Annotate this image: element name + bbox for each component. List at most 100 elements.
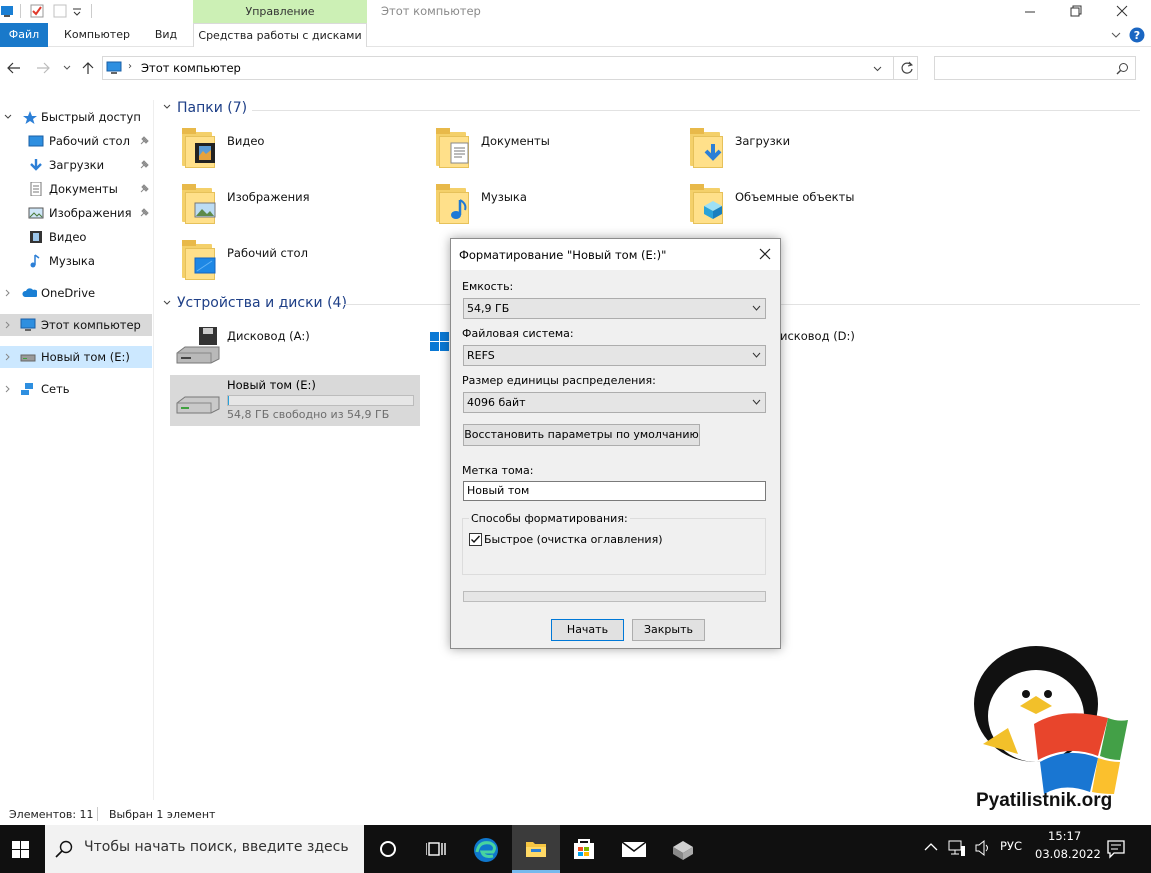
maximize-icon[interactable] [1070, 5, 1082, 17]
folder-3d-objects-icon[interactable] [690, 184, 726, 224]
folder-downloads-icon[interactable] [690, 128, 726, 168]
address-dropdown-icon[interactable] [873, 66, 882, 72]
pictures-icon [28, 207, 44, 219]
drive-e-tile[interactable]: Новый том (E:) 54,8 ГБ свободно из 54,9 … [170, 375, 420, 426]
start-button[interactable]: Начать [551, 619, 624, 641]
allocation-select[interactable]: 4096 байт [463, 392, 766, 413]
refresh-icon[interactable] [900, 61, 914, 75]
network-icon [21, 383, 33, 395]
context-tab-group: Управление [193, 0, 367, 23]
expand-chevron-icon[interactable] [5, 321, 11, 329]
nav-item-documents[interactable]: Документы [0, 178, 152, 200]
folder-desktop-icon[interactable] [182, 240, 218, 280]
nav-quick-access[interactable]: Быстрый доступ [0, 106, 152, 128]
server-manager-icon[interactable] [670, 837, 696, 861]
ribbon-expand-icon[interactable] [1111, 31, 1121, 39]
quick-format-label[interactable]: Быстрое (очистка оглавления) [484, 533, 662, 546]
divider [893, 57, 894, 79]
format-options-group [462, 518, 766, 575]
store-icon[interactable] [572, 837, 596, 861]
nav-network[interactable]: Сеть [0, 378, 152, 400]
expand-chevron-icon[interactable] [5, 353, 11, 361]
tray-expand-icon[interactable] [924, 842, 938, 852]
restore-defaults-button[interactable]: Восстановить параметры по умолчанию [463, 424, 700, 446]
nav-item-downloads[interactable]: Загрузки [0, 154, 152, 176]
clock-time[interactable]: 15:17 [1048, 829, 1081, 843]
nav-item-desktop[interactable]: Рабочий стол [0, 130, 152, 152]
folder-label[interactable]: Объемные объекты [735, 190, 854, 204]
nav-onedrive[interactable]: OneDrive [0, 282, 152, 304]
status-bar: Элементов: 11 Выбран 1 элемент [0, 803, 900, 825]
filesystem-select[interactable]: REFS [463, 345, 766, 366]
windows-start-icon[interactable] [12, 841, 29, 858]
collapse-chevron-icon[interactable] [163, 300, 171, 306]
capacity-select[interactable]: 54,9 ГБ [463, 298, 766, 319]
volume-label-input[interactable]: Новый том [463, 481, 766, 501]
nav-item-videos[interactable]: Видео [0, 226, 152, 248]
notifications-icon[interactable] [1106, 839, 1126, 859]
folder-label[interactable]: Видео [227, 134, 264, 148]
clock-date[interactable]: 03.08.2022 [1035, 847, 1101, 861]
document-icon [30, 182, 42, 196]
folder-video-icon[interactable] [182, 128, 218, 168]
folder-label[interactable]: Изображения [227, 190, 310, 204]
title-bar: Управление Этот компьютер [0, 0, 1151, 23]
close-button[interactable]: Закрыть [632, 619, 705, 641]
windows-drive-icon[interactable] [430, 332, 450, 362]
tab-disk-tools[interactable]: Средства работы с дисками [193, 23, 367, 47]
explorer-taskbar-button[interactable] [512, 825, 560, 873]
help-icon[interactable]: ? [1129, 27, 1145, 43]
drive-a-label[interactable]: Дисковод (A:) [227, 329, 310, 343]
nav-new-volume[interactable]: Новый том (E:) [0, 346, 152, 368]
folder-music-icon[interactable] [436, 184, 472, 224]
devices-header[interactable]: Устройства и диски (4) [177, 295, 347, 311]
folder-documents-icon[interactable] [436, 128, 472, 168]
task-view-icon[interactable] [426, 840, 446, 858]
properties-icon[interactable] [30, 4, 44, 18]
back-icon[interactable] [7, 62, 21, 74]
new-folder-icon[interactable] [53, 4, 67, 18]
folder-label[interactable]: Загрузки [735, 134, 790, 148]
close-icon[interactable] [1116, 5, 1128, 17]
expand-chevron-icon[interactable] [5, 385, 11, 393]
folder-pictures-icon[interactable] [182, 184, 218, 224]
nav-item-pictures[interactable]: Изображения [0, 202, 152, 224]
tab-view[interactable]: Вид [146, 23, 186, 47]
cortana-icon[interactable] [379, 840, 397, 858]
floppy-drive-icon[interactable] [175, 325, 221, 365]
divider [97, 807, 98, 821]
selected-count: Выбран 1 элемент [109, 808, 216, 821]
address-box[interactable]: › Этот компьютер [102, 56, 918, 80]
recent-locations-icon[interactable] [63, 65, 71, 71]
expand-chevron-icon[interactable] [4, 114, 12, 120]
folders-header[interactable]: Папки (7) [177, 100, 247, 116]
folder-label[interactable]: Рабочий стол [227, 246, 308, 260]
taskbar-search-box[interactable]: Чтобы начать поиск, введите здесь [45, 825, 364, 873]
quick-format-checkbox[interactable] [469, 533, 482, 546]
nav-item-music[interactable]: Музыка [0, 250, 152, 272]
drive-d-label[interactable]: исковод (D:) [780, 329, 855, 343]
chevron-down-icon [752, 305, 761, 311]
alloc-label: Размер единицы распределения: [462, 374, 656, 387]
dialog-close-icon[interactable] [759, 248, 771, 260]
forward-icon[interactable] [36, 62, 50, 74]
nav-this-pc[interactable]: Этот компьютер [0, 314, 152, 336]
minimize-icon[interactable] [1024, 6, 1036, 18]
mail-icon[interactable] [621, 839, 647, 859]
folder-label[interactable]: Документы [481, 134, 550, 148]
drive-icon [20, 354, 36, 362]
collapse-chevron-icon[interactable] [163, 104, 171, 110]
expand-chevron-icon[interactable] [5, 289, 11, 297]
chevron-down-icon [752, 352, 761, 358]
folder-label[interactable]: Музыка [481, 190, 527, 204]
search-box[interactable] [934, 56, 1136, 80]
up-icon[interactable] [82, 61, 94, 75]
quick-access-dropdown-icon[interactable] [72, 8, 82, 16]
volume-tray-icon[interactable] [974, 839, 992, 857]
network-tray-icon[interactable] [948, 839, 966, 857]
language-indicator[interactable]: РУС [1000, 839, 1022, 853]
breadcrumb[interactable]: Этот компьютер [141, 61, 241, 75]
tab-computer[interactable]: Компьютер [56, 23, 138, 47]
tab-file[interactable]: Файл [0, 23, 48, 47]
edge-icon[interactable] [473, 837, 499, 863]
